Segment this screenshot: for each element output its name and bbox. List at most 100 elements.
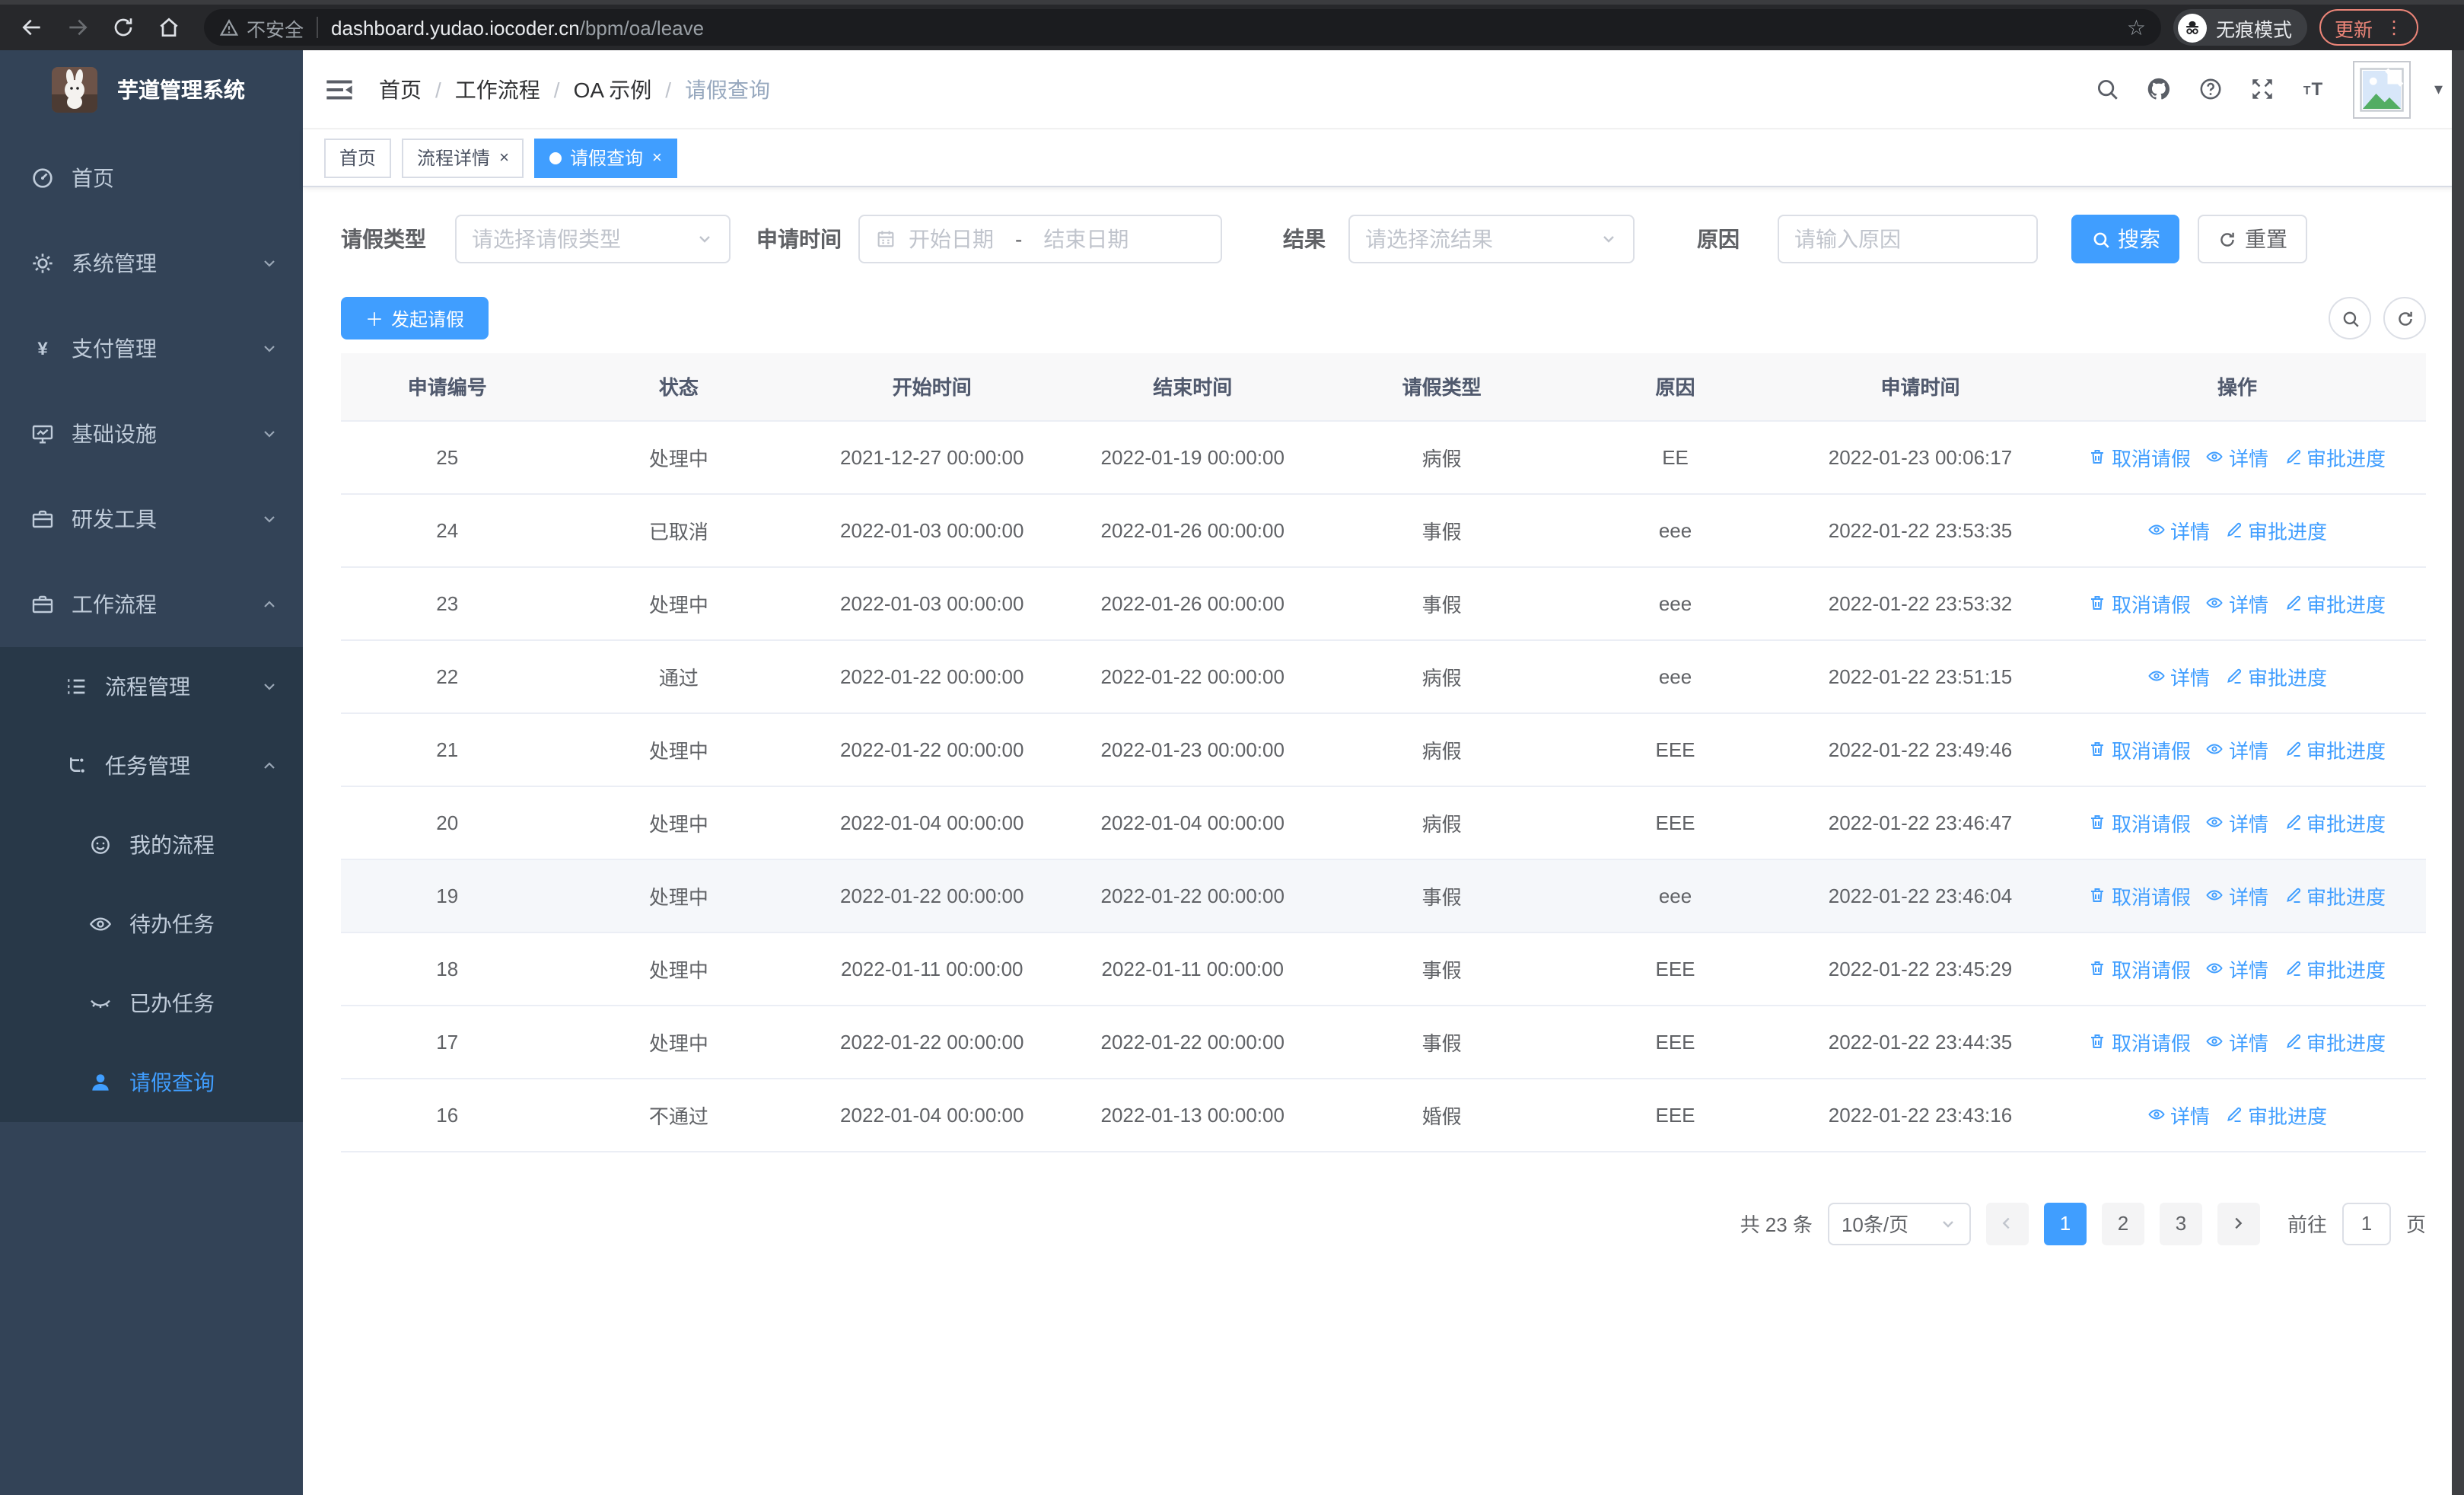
cancel-leave-link[interactable]: 取消请假	[2089, 808, 2191, 837]
page-size-select[interactable]: 10条/页	[1827, 1202, 1971, 1245]
cancel-leave-link[interactable]: 取消请假	[2089, 588, 2191, 617]
tag-tab-home[interactable]: 首页	[324, 138, 392, 177]
goto-page-input[interactable]	[2341, 1202, 2391, 1245]
table-row: 19 处理中 2022-01-22 00:00:00 2022-01-22 00:00…	[341, 859, 2426, 932]
tab-label: 首页	[339, 148, 377, 169]
tag-tab-current[interactable]: 请假查询 ×	[534, 138, 677, 177]
approval-progress-link[interactable]: 审批进度	[2284, 442, 2386, 471]
approval-progress-link[interactable]: 审批进度	[2284, 954, 2386, 983]
avatar-caret-down-icon[interactable]: ▾	[2434, 79, 2443, 99]
page-number-1[interactable]: 1	[2043, 1202, 2087, 1245]
table-toolbar: ＋ 发起请假	[341, 297, 2426, 339]
approval-progress-link[interactable]: 审批进度	[2225, 1100, 2327, 1129]
pen-icon	[2284, 594, 2302, 612]
prev-page-button[interactable]	[1985, 1202, 2029, 1245]
detail-link[interactable]: 详情	[2147, 1100, 2210, 1129]
sidebar-item-my-process[interactable]: 我的流程	[0, 805, 303, 885]
browser-back-icon[interactable]	[12, 8, 52, 47]
sidebar-item-home[interactable]: 首页	[0, 135, 303, 221]
help-icon[interactable]	[2198, 76, 2224, 102]
browser-update-button[interactable]: 更新 ⋮	[2319, 9, 2419, 46]
detail-link[interactable]: 详情	[2206, 735, 2268, 763]
approval-progress-link[interactable]: 审批进度	[2225, 515, 2327, 544]
next-page-button[interactable]	[2217, 1202, 2260, 1245]
url-path: /bpm/oa/leave	[579, 16, 705, 39]
leave-type-select[interactable]: 请选择请假类型	[455, 215, 731, 263]
reason-input[interactable]: 请输入原因	[1778, 215, 2038, 263]
page-number-3[interactable]: 3	[2159, 1202, 2202, 1245]
cancel-leave-link[interactable]: 取消请假	[2089, 735, 2191, 763]
cancel-leave-link[interactable]: 取消请假	[2089, 1027, 2191, 1056]
detail-link[interactable]: 详情	[2206, 1027, 2268, 1056]
cell-end: 2022-01-22 00:00:00	[1060, 859, 1326, 932]
sidebar-item-leave-query[interactable]: 请假查询	[0, 1043, 303, 1122]
detail-link[interactable]: 详情	[2147, 515, 2210, 544]
detail-link[interactable]: 详情	[2147, 661, 2210, 690]
breadcrumb-home[interactable]: 首页	[379, 74, 422, 104]
trash-icon	[2089, 886, 2107, 904]
pen-icon	[2284, 813, 2302, 831]
cancel-leave-link[interactable]: 取消请假	[2089, 881, 2191, 910]
trash-icon	[2089, 594, 2107, 612]
browser-reload-icon[interactable]	[103, 8, 143, 47]
cell-end: 2022-01-26 00:00:00	[1060, 493, 1326, 567]
approval-progress-link[interactable]: 审批进度	[2225, 661, 2327, 690]
breadcrumb-workflow[interactable]: 工作流程	[455, 74, 540, 104]
fullscreen-icon[interactable]	[2250, 76, 2276, 102]
page-scrollbar[interactable]	[2452, 50, 2464, 1495]
tab-close-icon[interactable]: ×	[499, 148, 509, 167]
browser-forward-icon[interactable]	[58, 8, 97, 47]
result-select[interactable]: 请选择流结果	[1348, 215, 1635, 263]
not-secure-warning-icon[interactable]	[219, 18, 239, 37]
main-area: 首页 / 工作流程 / OA 示例 / 请假查询 TT ▾ 首页 流程详情 × …	[303, 50, 2464, 1495]
reset-button[interactable]: 重置	[2198, 215, 2307, 263]
approval-progress-link[interactable]: 审批进度	[2284, 808, 2386, 837]
detail-link[interactable]: 详情	[2206, 808, 2268, 837]
github-icon[interactable]	[2147, 76, 2173, 102]
create-leave-button[interactable]: ＋ 发起请假	[341, 297, 489, 339]
detail-link[interactable]: 详情	[2206, 588, 2268, 617]
approval-progress-link[interactable]: 审批进度	[2284, 1027, 2386, 1056]
toggle-search-button[interactable]	[2329, 297, 2371, 339]
sidebar-item-workflow[interactable]: 工作流程	[0, 562, 303, 647]
page-number-2[interactable]: 2	[2101, 1202, 2144, 1245]
tag-tab-other-1[interactable]: 流程详情 ×	[402, 138, 524, 177]
sidebar-item-process-mgmt[interactable]: 流程管理	[0, 647, 303, 726]
approval-progress-link[interactable]: 审批进度	[2284, 735, 2386, 763]
font-size-icon[interactable]: TT	[2302, 76, 2328, 102]
avatar[interactable]	[2353, 60, 2411, 118]
sidebar-item-label: 支付管理	[72, 336, 157, 361]
detail-link[interactable]: 详情	[2206, 881, 2268, 910]
apply-time-range-picker[interactable]: 开始日期 - 结束日期	[858, 215, 1222, 263]
tab-close-icon[interactable]: ×	[652, 148, 662, 167]
sidebar-item-devtools[interactable]: 研发工具	[0, 477, 303, 562]
browser-home-icon[interactable]	[149, 8, 189, 47]
breadcrumb-oa-example[interactable]: OA 示例	[574, 74, 652, 104]
app-logo-row[interactable]: 芋道管理系统	[0, 50, 303, 129]
detail-link[interactable]: 详情	[2206, 442, 2268, 471]
sidebar-item-payment[interactable]: ¥ 支付管理	[0, 306, 303, 391]
sidebar-item-infra[interactable]: 基础设施	[0, 391, 303, 477]
cancel-leave-link[interactable]: 取消请假	[2089, 442, 2191, 471]
search-button[interactable]: 搜索	[2071, 215, 2179, 263]
approval-progress-link[interactable]: 审批进度	[2284, 881, 2386, 910]
browser-menu-dots-icon[interactable]: ⋮	[2385, 18, 2403, 37]
sidebar-item-done-task[interactable]: 已办任务	[0, 964, 303, 1043]
eye-icon	[2147, 667, 2166, 685]
header-search-icon[interactable]	[2095, 76, 2121, 102]
bookmark-star-icon[interactable]: ☆	[2127, 17, 2146, 38]
trash-icon	[2089, 813, 2107, 831]
sidebar-item-system[interactable]: 系统管理	[0, 221, 303, 306]
address-bar[interactable]: 不安全 dashboard.yudao.iocoder.cn /bpm/oa/l…	[204, 9, 2161, 46]
sidebar-collapse-icon[interactable]	[324, 74, 355, 104]
sidebar-item-task-mgmt[interactable]: 任务管理	[0, 726, 303, 805]
refresh-table-button[interactable]	[2383, 297, 2426, 339]
sidebar-item-label: 任务管理	[105, 754, 190, 778]
approval-progress-link[interactable]: 审批进度	[2284, 588, 2386, 617]
sidebar-item-label: 基础设施	[72, 422, 157, 446]
cancel-leave-link[interactable]: 取消请假	[2089, 954, 2191, 983]
breadcrumb: 首页 / 工作流程 / OA 示例 / 请假查询	[379, 74, 770, 104]
detail-link[interactable]: 详情	[2206, 954, 2268, 983]
sidebar-item-todo-task[interactable]: 待办任务	[0, 885, 303, 964]
date-separator: -	[1015, 227, 1023, 251]
